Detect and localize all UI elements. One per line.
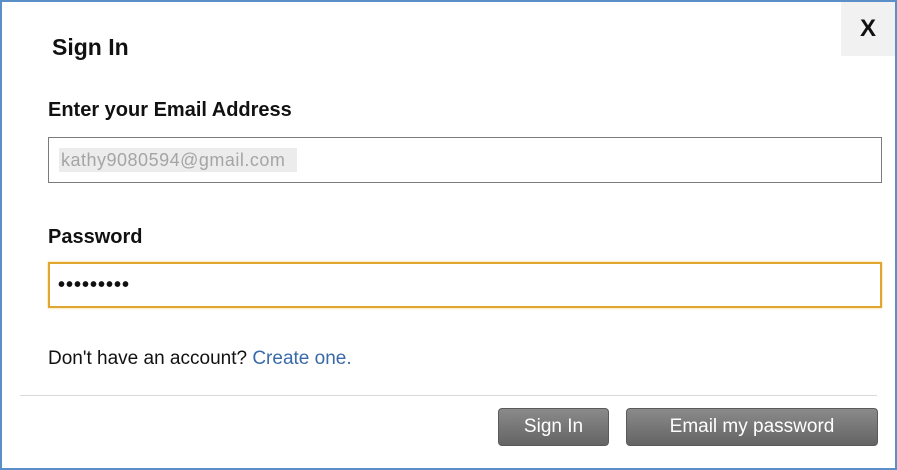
close-icon: X	[859, 15, 876, 42]
email-password-button[interactable]: Email my password	[626, 408, 878, 446]
email-value: kathy9080594@gmail.com	[59, 148, 298, 172]
create-account-link[interactable]: Create one.	[252, 348, 351, 369]
close-button[interactable]: X	[841, 2, 895, 56]
email-field[interactable]: kathy9080594@gmail.com	[48, 137, 882, 183]
email-label: Enter your Email Address	[48, 99, 292, 121]
password-value: •••••••••	[58, 274, 131, 296]
dialog-title: Sign In	[52, 34, 129, 60]
create-account-prompt: Don't have an account? Create one.	[48, 348, 352, 370]
divider	[20, 395, 877, 396]
account-prompt-text: Don't have an account?	[48, 348, 248, 369]
sign-in-button[interactable]: Sign In	[498, 408, 609, 446]
password-label: Password	[48, 226, 143, 248]
password-field[interactable]: •••••••••	[48, 262, 882, 308]
sign-in-dialog: X Sign In Enter your Email Address kathy…	[0, 0, 897, 470]
